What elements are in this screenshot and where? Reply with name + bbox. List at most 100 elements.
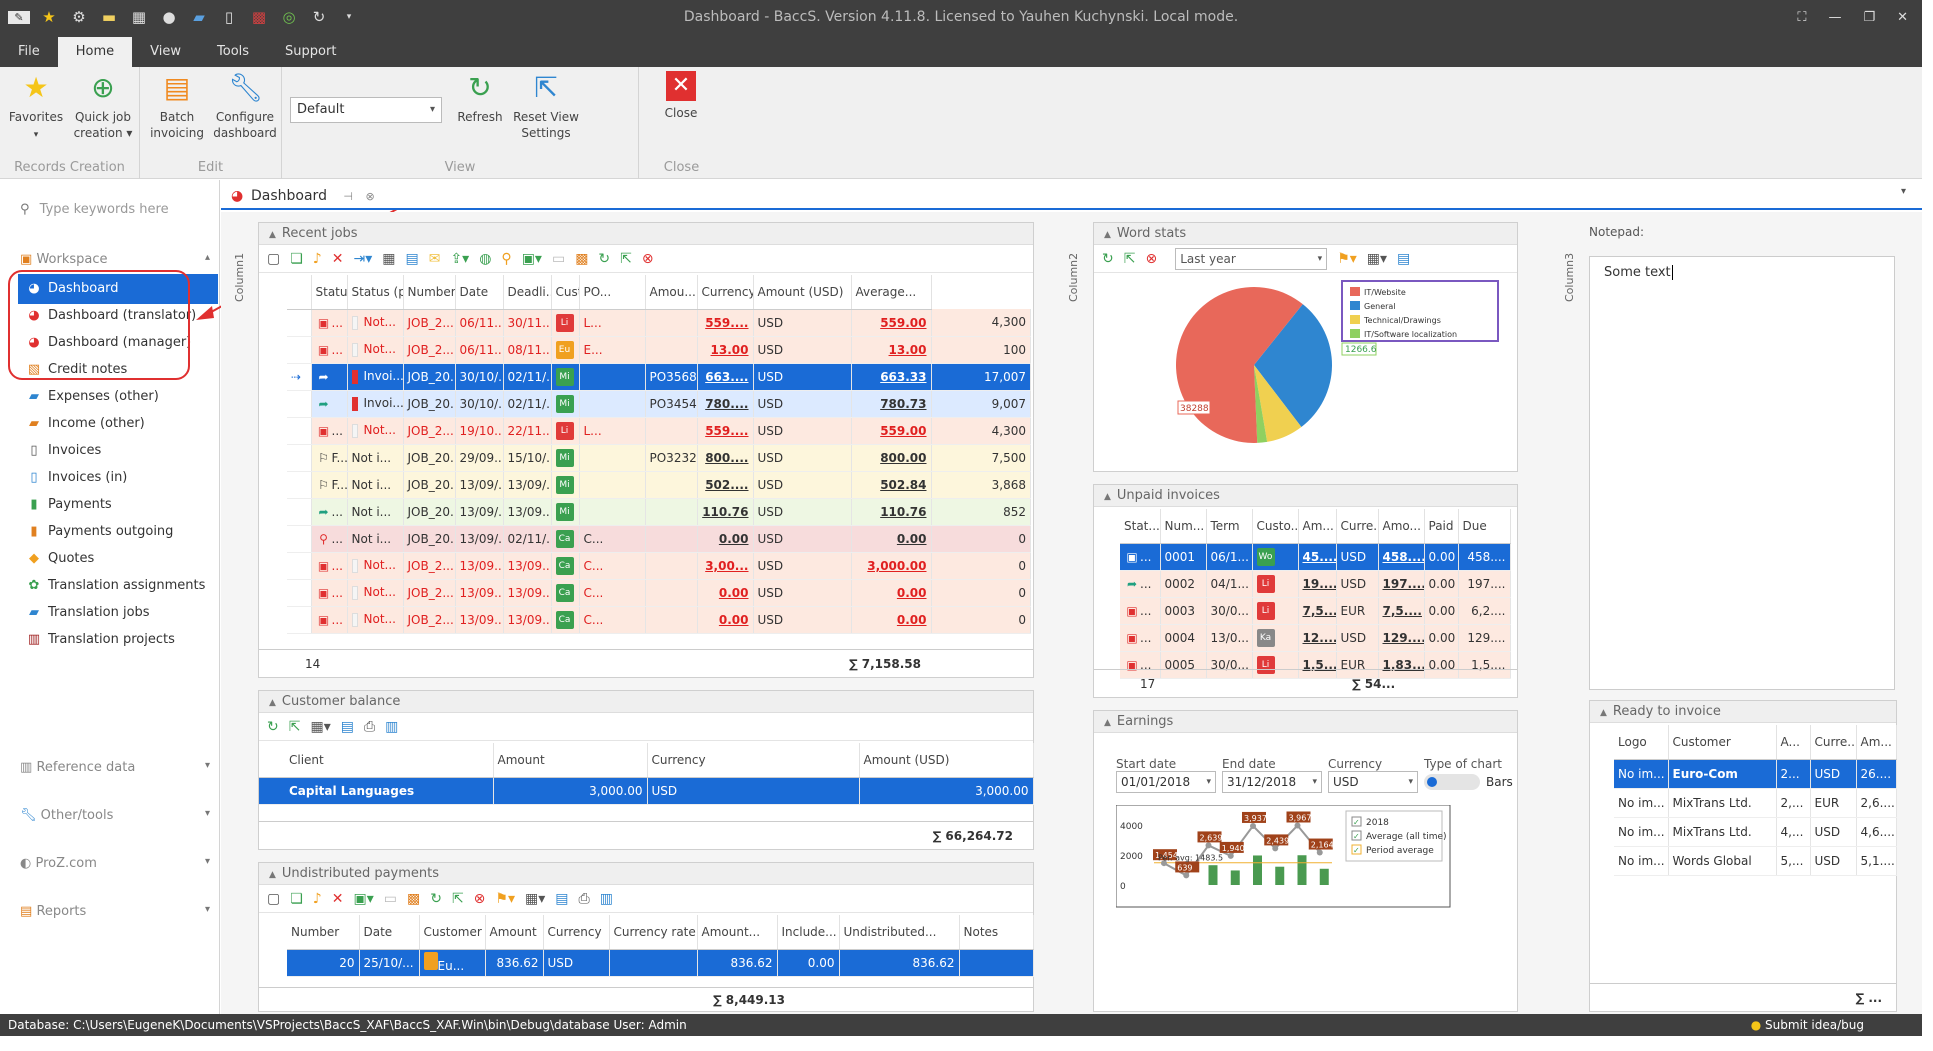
- tab-home[interactable]: Home: [57, 37, 133, 67]
- col-status-p-[interactable]: Status (p): [347, 275, 404, 310]
- filter-icon[interactable]: ⚑▾: [1337, 251, 1357, 267]
- tab-view[interactable]: View: [132, 37, 199, 67]
- new-icon[interactable]: ▢: [267, 251, 280, 267]
- col-number-[interactable]: Number...: [403, 275, 456, 310]
- col-paid[interactable]: Paid: [1424, 509, 1459, 544]
- earnings-bar-chart[interactable]: 4000200001,4546392,6391,9403,9372,4393,9…: [1116, 805, 1516, 965]
- layout-icon[interactable]: ▩: [407, 891, 420, 907]
- report-icon[interactable]: ▣▾: [522, 251, 542, 267]
- print-icon[interactable]: ⎙: [364, 719, 375, 735]
- currency-select[interactable]: USD: [1328, 771, 1418, 793]
- search-input[interactable]: ⚲ Type keywords here: [20, 198, 210, 222]
- quick-job-creation-button[interactable]: ⊕ Quick job creation ▾: [70, 71, 136, 141]
- disabled-icon[interactable]: ▭: [384, 891, 397, 907]
- col-client[interactable]: Client: [259, 743, 494, 778]
- chart-layout-icon[interactable]: ▦▾: [1367, 251, 1387, 267]
- col-amount[interactable]: Amount: [485, 915, 544, 950]
- col-number[interactable]: Number: [287, 915, 360, 950]
- tab-file[interactable]: File: [0, 37, 58, 67]
- layout-icon[interactable]: ▩: [575, 251, 588, 267]
- col-currency[interactable]: Currency: [697, 275, 754, 310]
- col-include-[interactable]: Include...: [777, 915, 840, 950]
- col-amo-[interactable]: Amo...: [1378, 509, 1425, 544]
- earnings-bar[interactable]: [1297, 855, 1307, 885]
- start-date-input[interactable]: 01/01/2018: [1116, 771, 1216, 793]
- restore-icon[interactable]: ❐: [1863, 10, 1875, 25]
- table-row[interactable]: ⚐F...Not i...JOB_20...13/09/...13/09/...…: [287, 471, 1031, 499]
- col-due[interactable]: Due: [1458, 509, 1511, 544]
- table-row[interactable]: 20 25/10/... Eu... 836.62 USD 836.62 0.00 836.6…: [287, 949, 1034, 977]
- minimize-icon[interactable]: —: [1828, 10, 1841, 25]
- print-preview-icon[interactable]: ▥: [600, 891, 613, 907]
- calendar-icon[interactable]: ▦: [128, 8, 150, 26]
- earnings-bar[interactable]: [1230, 870, 1240, 885]
- workspace-group[interactable]: ▣ Workspace ▴: [20, 252, 210, 267]
- sidebar-item-invoices-in[interactable]: ▯ Invoices (in): [18, 463, 218, 493]
- layout-icon[interactable]: ▦▾: [310, 719, 330, 735]
- fullscreen-icon[interactable]: ⛶: [1797, 10, 1806, 25]
- table-row[interactable]: ▣... 0001 06/1... Wo 45.... USD 458.... 0.00 458…: [1120, 543, 1511, 571]
- user-icon[interactable]: ●: [158, 8, 180, 26]
- ready-to-invoice-header[interactable]: ▲ Ready to invoice: [1590, 701, 1896, 723]
- submit-idea-link[interactable]: ● Submit idea/bug: [1751, 1014, 1864, 1036]
- table-row[interactable]: ➦...Not i...JOB_20...13/09/...13/09...Mi…: [287, 498, 1031, 526]
- refresh-button[interactable]: ↻ Refresh: [450, 71, 510, 125]
- delete-icon[interactable]: ✕: [332, 891, 344, 907]
- col-logo[interactable]: Logo: [1614, 725, 1669, 760]
- table-row[interactable]: ➦... 0002 04/1... Li 19.... USD 197.... 0.00 197…: [1120, 570, 1511, 598]
- star-icon[interactable]: ★: [38, 8, 60, 26]
- table-row[interactable]: Capital Languages 3,000.00 USD 3,000.00: [259, 777, 1034, 805]
- preview-icon[interactable]: ▤: [1397, 251, 1410, 267]
- stop-icon[interactable]: ⊗: [474, 891, 486, 907]
- earnings-header[interactable]: ▲ Earnings: [1094, 711, 1517, 733]
- word-stats-header[interactable]: ▲ Word stats: [1094, 223, 1517, 245]
- column1-strip[interactable]: Column1: [229, 222, 249, 1012]
- table-row[interactable]: ➦Invoi...JOB_20...30/10/...02/11/...MiPO…: [287, 390, 1031, 418]
- zoom-icon[interactable]: ⚲: [501, 251, 511, 267]
- refresh-icon[interactable]: ↻: [308, 8, 330, 26]
- table-row[interactable]: ⚲...Not i...JOB_20...13/09/...02/11/...C…: [287, 525, 1031, 553]
- other-tools-group[interactable]: 🔧︎ Other/tools ▾: [20, 808, 210, 823]
- customer-balance-header[interactable]: ▲ Customer balance: [259, 691, 1033, 713]
- pin-icon[interactable]: ⊣: [343, 190, 353, 203]
- preview-icon[interactable]: ▤: [341, 719, 354, 735]
- end-date-input[interactable]: 31/12/2018: [1222, 771, 1322, 793]
- column3-strip[interactable]: Column3: [1559, 222, 1579, 1012]
- col-deadli-[interactable]: Deadli...: [503, 275, 552, 310]
- link-icon[interactable]: ⇥▾: [353, 251, 372, 267]
- stop-icon[interactable]: ⊗: [1145, 251, 1157, 267]
- sidebar-item-income-other[interactable]: ▰ Income (other): [18, 409, 218, 439]
- notepad-textarea[interactable]: Some text: [1589, 256, 1895, 690]
- app-icon[interactable]: ✎: [8, 10, 30, 24]
- view-variant-select[interactable]: Default: [290, 97, 442, 123]
- earnings-bar[interactable]: [1253, 855, 1262, 885]
- col-amount-[interactable]: Amount...: [697, 915, 778, 950]
- table-row[interactable]: No im... Euro-Com 2... USD 26....: [1614, 759, 1897, 789]
- table-row[interactable]: ▣... Not... JOB_2... 13/09... 13/09... Ca C...…: [287, 606, 1031, 634]
- col-customer[interactable]: Customer: [419, 915, 486, 950]
- print-preview-icon[interactable]: ▥: [385, 719, 398, 735]
- col-date[interactable]: Date: [455, 275, 504, 310]
- col-customer[interactable]: Customer: [1668, 725, 1777, 760]
- col-notes[interactable]: Notes: [959, 915, 1034, 950]
- earnings-bar[interactable]: [1275, 866, 1285, 885]
- col-am-[interactable]: Am...: [1856, 725, 1897, 760]
- reset-icon[interactable]: ⇱: [289, 719, 301, 735]
- period-select[interactable]: Last year: [1175, 247, 1328, 270]
- unpaid-invoices-header[interactable]: ▲ Unpaid invoices: [1094, 485, 1517, 507]
- copy-icon[interactable]: ❏: [290, 251, 303, 267]
- col-statu-[interactable]: Statu...: [311, 275, 348, 310]
- batch-invoicing-button[interactable]: ▤ Batch invoicing: [146, 71, 208, 141]
- col-curre-[interactable]: Curre...: [1810, 725, 1857, 760]
- bell-icon[interactable]: ♪: [313, 251, 322, 267]
- tab-dropdown-icon[interactable]: ▾: [1901, 186, 1906, 197]
- col-am-[interactable]: Am...: [1298, 509, 1337, 544]
- reset-view-settings-button[interactable]: ⇱ Reset View Settings: [508, 71, 584, 141]
- earnings-bar[interactable]: [1319, 868, 1329, 885]
- tab-support[interactable]: Support: [267, 37, 354, 67]
- word-stats-pie-chart[interactable]: IT/Website General Technical/Drawings IT/So…: [1094, 275, 1517, 471]
- new-icon[interactable]: ▢: [267, 891, 280, 907]
- copy-icon[interactable]: ❏: [290, 891, 303, 907]
- preview-icon[interactable]: ▤: [555, 891, 568, 907]
- table-row[interactable]: ▣... Not... JOB_2... 06/11... 08/11... Eu E...…: [287, 336, 1031, 364]
